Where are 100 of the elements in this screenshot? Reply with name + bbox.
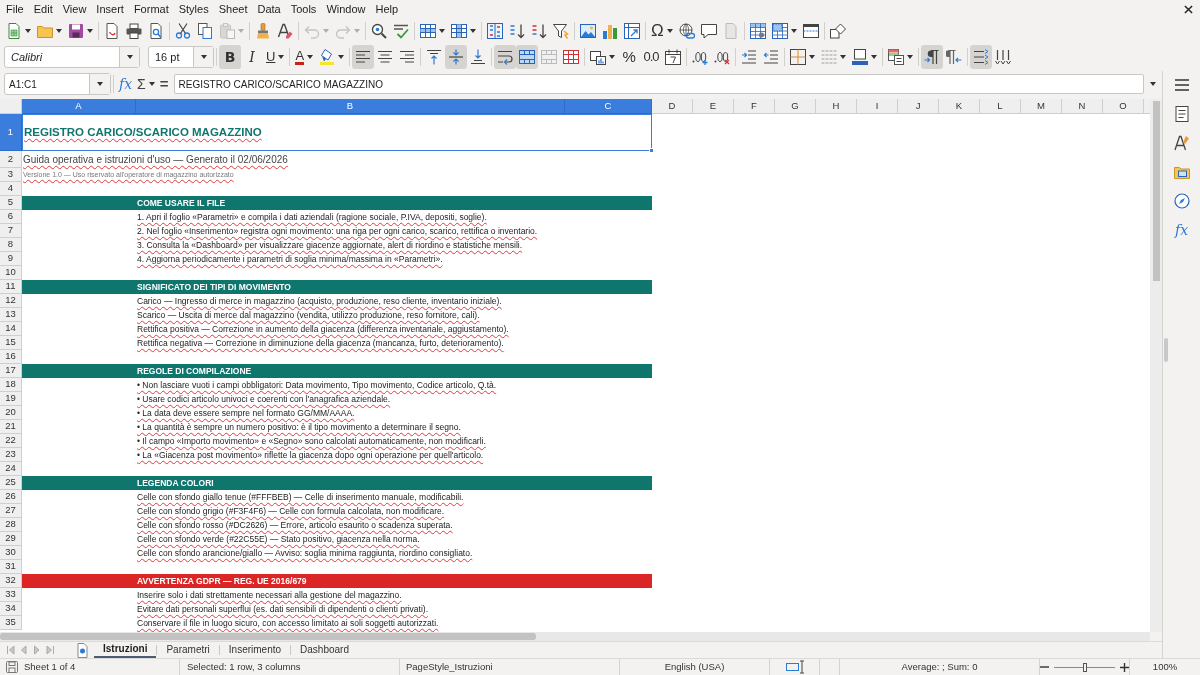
sum-button[interactable]: Σ [135, 75, 157, 93]
row-header[interactable]: 9 [0, 252, 22, 266]
navigator-button[interactable] [1171, 192, 1192, 210]
column-header[interactable]: A [22, 99, 136, 114]
row-header[interactable]: 21 [0, 420, 22, 434]
sheet-tab[interactable]: Parametri [157, 642, 219, 658]
column-header[interactable]: D [652, 99, 693, 114]
row-header[interactable]: 28 [0, 518, 22, 532]
column-header[interactable]: B [136, 99, 565, 114]
row-header[interactable]: 1 [0, 114, 22, 151]
center-vertically-button[interactable] [445, 45, 468, 69]
row-header[interactable]: 4 [0, 182, 22, 196]
name-box[interactable]: A1:C1 [4, 73, 111, 95]
menu-item[interactable]: View [57, 1, 92, 17]
menu-item[interactable]: Sheet [213, 1, 253, 17]
functions-button[interactable]: fx [1171, 221, 1192, 239]
row-header[interactable]: 33 [0, 588, 22, 602]
formula-button[interactable]: = [156, 75, 172, 93]
underline-button[interactable]: U [263, 45, 288, 69]
column-header[interactable]: L [980, 99, 1021, 114]
row-header[interactable]: 32 [0, 574, 22, 588]
column-header[interactable]: K [939, 99, 980, 114]
row-header[interactable]: 15 [0, 336, 22, 350]
italic-button[interactable]: I [241, 45, 263, 69]
left-to-right-button[interactable] [921, 45, 944, 69]
row-header[interactable]: 27 [0, 504, 22, 518]
row-header[interactable]: 11 [0, 280, 22, 294]
text-horizontal-button[interactable] [970, 45, 993, 69]
row-header[interactable]: 20 [0, 406, 22, 420]
bold-button[interactable]: B [219, 45, 241, 69]
menu-item[interactable]: Edit [28, 1, 58, 17]
menu-item[interactable]: Insert [91, 1, 129, 17]
percent-button[interactable]: % [618, 45, 641, 69]
menu-item[interactable]: Tools [285, 1, 322, 17]
formula-input[interactable]: REGISTRO CARICO/SCARICO MAGAZZINO [173, 74, 1144, 94]
row-header[interactable]: 12 [0, 294, 22, 308]
slider-thumb[interactable] [1082, 662, 1087, 672]
column-header[interactable]: H [816, 99, 857, 114]
fill-handle-icon[interactable] [649, 148, 654, 153]
special-character-button[interactable]: Ω [648, 19, 676, 42]
column-header[interactable]: E [693, 99, 734, 114]
column-header[interactable]: O [1103, 99, 1144, 114]
row-header[interactable]: 29 [0, 532, 22, 546]
horizontal-scrollbar[interactable] [0, 632, 1150, 641]
menu-item[interactable]: Styles [173, 1, 214, 17]
font-size-box[interactable]: 16 pt [148, 46, 214, 68]
zoom-in-button[interactable] [1120, 662, 1129, 672]
sheet-tab[interactable]: Istruzioni [94, 642, 157, 658]
scrollbar-thumb[interactable] [0, 633, 536, 640]
column-header[interactable]: N [1062, 99, 1103, 114]
column-header[interactable]: G [775, 99, 816, 114]
row-header[interactable]: 34 [0, 602, 22, 616]
row-header[interactable]: 8 [0, 238, 22, 252]
row-header[interactable]: 35 [0, 616, 22, 630]
font-name-box[interactable]: Calibri [4, 46, 140, 68]
sidebar-grip-icon[interactable] [1164, 338, 1168, 362]
row-header[interactable]: 7 [0, 224, 22, 238]
row-header[interactable]: 30 [0, 546, 22, 560]
row-header[interactable]: 22 [0, 434, 22, 448]
column-header[interactable]: J [898, 99, 939, 114]
sheet-tab[interactable]: Inserimento [219, 642, 291, 658]
close-button[interactable] [1181, 2, 1195, 16]
column-header[interactable]: C [565, 99, 652, 114]
vertical-scrollbar[interactable] [1150, 99, 1162, 632]
menu-item[interactable]: Data [252, 1, 286, 17]
row-header[interactable]: 5 [0, 196, 22, 210]
row-header[interactable]: 18 [0, 378, 22, 392]
selected-cell[interactable]: REGISTRO CARICO/SCARICO MAGAZZINO [22, 114, 652, 151]
row-header[interactable]: 13 [0, 308, 22, 322]
menu-item[interactable]: File [1, 1, 29, 17]
row-header[interactable]: 25 [0, 476, 22, 490]
row-header[interactable]: 17 [0, 364, 22, 378]
align-left-button[interactable] [352, 45, 375, 69]
column-header[interactable]: F [734, 99, 775, 114]
row-header[interactable]: 2 [0, 151, 22, 168]
row-header[interactable]: 10 [0, 266, 22, 280]
column-header[interactable]: I [857, 99, 898, 114]
row-header[interactable]: 19 [0, 392, 22, 406]
row-header[interactable]: 23 [0, 448, 22, 462]
row-header[interactable]: 14 [0, 322, 22, 336]
font-color-button[interactable]: A [292, 45, 317, 69]
row-header[interactable]: 31 [0, 560, 22, 574]
function-wizard-button[interactable]: fx [116, 75, 136, 93]
row-header[interactable]: 24 [0, 462, 22, 476]
wrap-text-button[interactable] [494, 45, 517, 69]
menu-item[interactable]: Help [370, 1, 404, 17]
standard-format-button[interactable]: 0.0 [640, 45, 663, 69]
sheet-tab[interactable]: Dashboard [291, 642, 358, 658]
column-header[interactable]: M [1021, 99, 1062, 114]
save-status-icon [6, 661, 18, 673]
caret-icon [56, 28, 62, 33]
menu-item[interactable]: Format [128, 1, 174, 17]
row-header[interactable]: 16 [0, 350, 22, 364]
row-header[interactable]: 3 [0, 168, 22, 182]
add-sheet-button[interactable] [74, 642, 90, 658]
merge-center-button[interactable] [516, 45, 539, 69]
menu-item[interactable]: Window [321, 1, 371, 17]
styles-button[interactable] [1171, 134, 1192, 152]
row-header[interactable]: 26 [0, 490, 22, 504]
row-header[interactable]: 6 [0, 210, 22, 224]
